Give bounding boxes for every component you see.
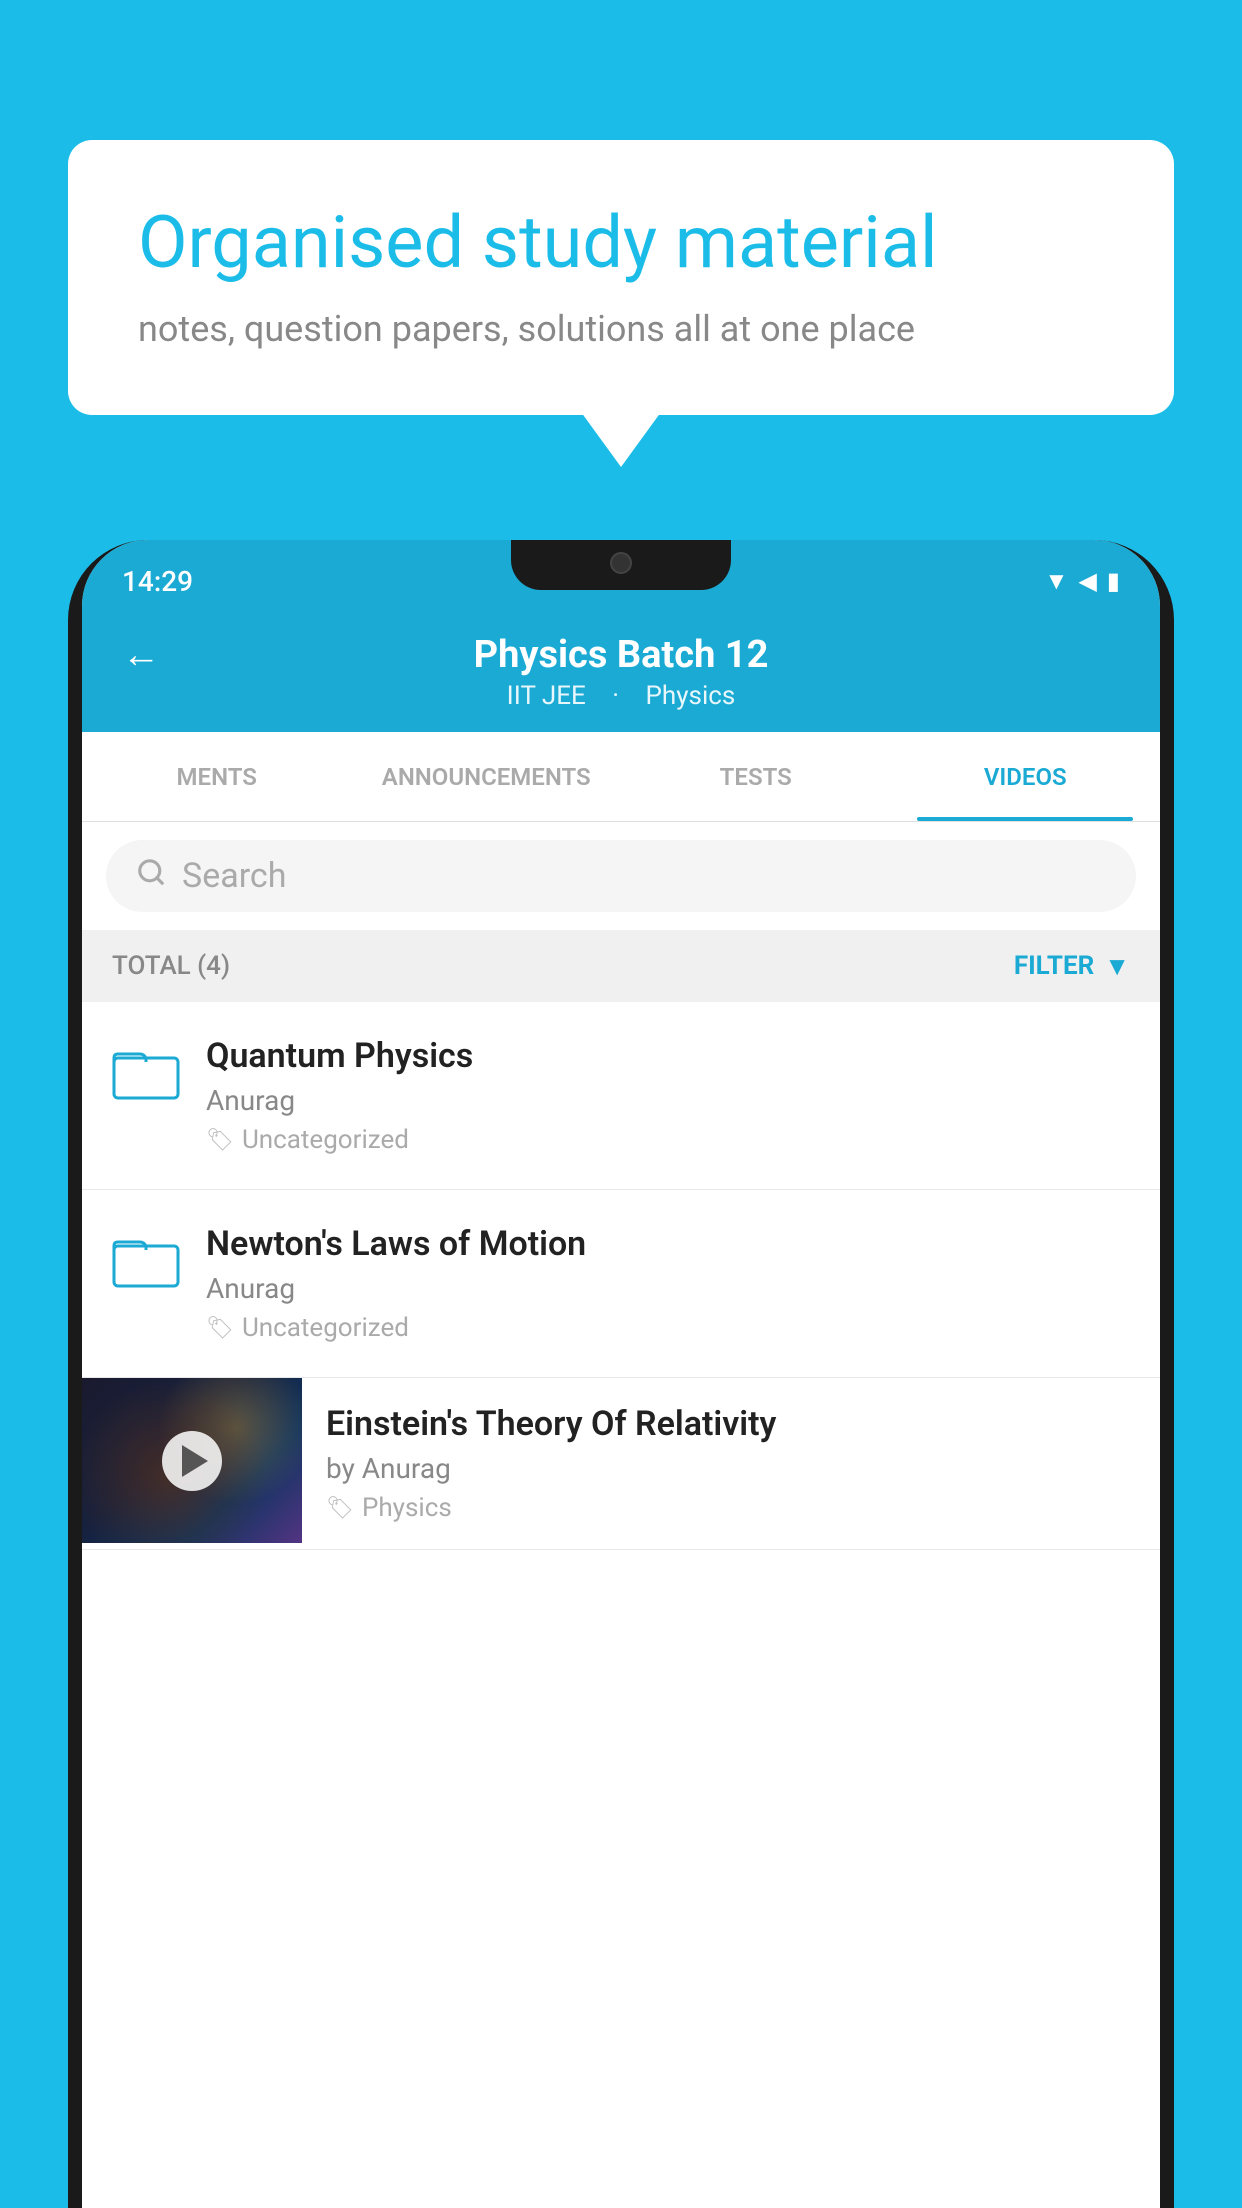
speech-bubble: Organised study material notes, question… (68, 140, 1174, 415)
tag-label-1: Uncategorized (242, 1125, 409, 1155)
video-content-1: Einstein's Theory Of Relativity by Anura… (302, 1378, 1160, 1549)
tab-ments-label: MENTS (177, 763, 257, 791)
header-subtitle-part2: Physics (646, 681, 736, 711)
play-button-1[interactable] (162, 1431, 222, 1491)
phone-inner: 14:29 ▼ ◀ ▮ ← Physics Batch 12 IIT JEE ·… (82, 540, 1160, 2208)
video-title-1: Einstein's Theory Of Relativity (326, 1404, 1136, 1444)
status-icons: ▼ ◀ ▮ (1045, 567, 1120, 596)
wifi-icon: ▼ (1045, 567, 1069, 596)
item-tag-2: 🏷 Uncategorized (206, 1313, 1130, 1343)
bubble-subtitle: notes, question papers, solutions all at… (138, 308, 1104, 350)
item-title-2: Newton's Laws of Motion (206, 1224, 1130, 1264)
tab-videos[interactable]: VIDEOS (891, 732, 1161, 821)
app-header: ← Physics Batch 12 IIT JEE · Physics (82, 612, 1160, 732)
tab-tests-label: TESTS (720, 763, 792, 791)
speech-bubble-container: Organised study material notes, question… (68, 140, 1174, 415)
item-content-1: Quantum Physics Anurag 🏷 Uncategorized (206, 1036, 1130, 1155)
notch (511, 540, 731, 590)
item-content-2: Newton's Laws of Motion Anurag 🏷 Uncateg… (206, 1224, 1130, 1343)
search-container: Search (82, 822, 1160, 930)
tab-announcements[interactable]: ANNOUNCEMENTS (352, 732, 622, 821)
tab-bar: MENTS ANNOUNCEMENTS TESTS VIDEOS (82, 732, 1160, 822)
play-triangle-icon (182, 1445, 208, 1477)
tag-icon-1: 🏷 (206, 1128, 234, 1153)
video-tag-1: 🏷 Physics (326, 1493, 1136, 1523)
video-tag-icon-1: 🏷 (326, 1496, 354, 1521)
video-tag-label-1: Physics (362, 1493, 452, 1523)
total-count: TOTAL (4) (112, 951, 230, 981)
header-subtitle: IIT JEE · Physics (497, 681, 746, 711)
list-item-2[interactable]: Newton's Laws of Motion Anurag 🏷 Uncateg… (82, 1190, 1160, 1378)
camera (610, 552, 632, 574)
video-item-1[interactable]: Einstein's Theory Of Relativity by Anura… (82, 1378, 1160, 1550)
search-placeholder: Search (182, 856, 286, 896)
item-tag-1: 🏷 Uncategorized (206, 1125, 1130, 1155)
search-icon (136, 856, 166, 896)
filter-bar: TOTAL (4) FILTER ▼ (82, 930, 1160, 1002)
header-top: ← Physics Batch 12 (82, 633, 1160, 677)
item-author-1: Anurag (206, 1084, 1130, 1117)
search-box[interactable]: Search (106, 840, 1136, 912)
item-title-1: Quantum Physics (206, 1036, 1130, 1076)
status-time: 14:29 (122, 565, 193, 598)
tab-ments[interactable]: MENTS (82, 732, 352, 821)
header-subtitle-separator: · (612, 681, 625, 711)
signal-icon: ◀ (1078, 567, 1096, 595)
tab-videos-label: VIDEOS (984, 763, 1067, 791)
video-thumbnail-1 (82, 1378, 302, 1543)
tab-tests[interactable]: TESTS (621, 732, 891, 821)
tab-announcements-label: ANNOUNCEMENTS (382, 763, 591, 791)
folder-icon-2 (112, 1228, 180, 1292)
tag-icon-2: 🏷 (206, 1316, 234, 1341)
filter-icon: ▼ (1104, 951, 1130, 982)
video-author-1: by Anurag (326, 1452, 1136, 1485)
header-title: Physics Batch 12 (122, 633, 1120, 677)
item-author-2: Anurag (206, 1272, 1130, 1305)
phone-frame: 14:29 ▼ ◀ ▮ ← Physics Batch 12 IIT JEE ·… (68, 540, 1174, 2208)
content-list: Quantum Physics Anurag 🏷 Uncategorized (82, 1002, 1160, 2208)
folder-icon-1 (112, 1040, 180, 1104)
list-item[interactable]: Quantum Physics Anurag 🏷 Uncategorized (82, 1002, 1160, 1190)
filter-button[interactable]: FILTER ▼ (1014, 951, 1130, 982)
filter-label: FILTER (1014, 951, 1094, 981)
battery-icon: ▮ (1107, 567, 1120, 595)
bubble-title: Organised study material (138, 200, 1104, 286)
header-subtitle-part1: IIT JEE (507, 681, 586, 711)
tag-label-2: Uncategorized (242, 1313, 409, 1343)
back-button[interactable]: ← (122, 633, 160, 677)
